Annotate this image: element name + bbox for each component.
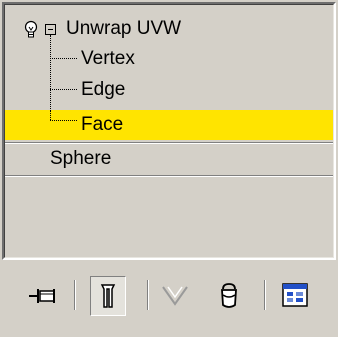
pin-stack-button[interactable] <box>26 283 60 309</box>
make-unique-button[interactable] <box>160 283 190 309</box>
modifier-panel: Unwrap UVW Vertex Edge Face Sphere <box>0 0 338 337</box>
tree-line <box>50 110 51 120</box>
remove-modifier-icon <box>216 281 242 311</box>
show-end-result-button[interactable] <box>90 276 126 316</box>
pin-stack-icon <box>26 283 60 309</box>
stack-item-label: Face <box>81 114 124 135</box>
toolbar-divider <box>74 280 76 310</box>
toolbar-divider <box>147 280 149 310</box>
make-unique-icon <box>160 283 190 309</box>
stack-separator-highlight <box>5 176 333 177</box>
toolbar-divider <box>264 280 266 310</box>
stack-item-edge[interactable]: Edge <box>5 76 333 104</box>
stack-separator-highlight <box>5 143 333 144</box>
lightbulb-icon[interactable] <box>24 20 38 40</box>
collapse-toggle-icon[interactable] <box>45 24 56 35</box>
stack-item-vertex[interactable]: Vertex <box>5 45 333 73</box>
stack-item-unwrap-uvw[interactable]: Unwrap UVW <box>5 15 333 43</box>
tree-line <box>50 120 77 121</box>
remove-modifier-button[interactable] <box>216 281 242 311</box>
modifier-stack-inner: Unwrap UVW Vertex Edge Face Sphere <box>4 4 334 258</box>
stack-item-sphere[interactable]: Sphere <box>5 145 333 173</box>
stack-item-face[interactable]: Face <box>5 110 333 140</box>
configure-modifier-sets-icon <box>280 281 310 311</box>
configure-modifier-sets-button[interactable] <box>280 281 310 311</box>
stack-item-label: Vertex <box>81 48 135 69</box>
stack-item-label: Edge <box>81 79 126 100</box>
modifier-stack-list[interactable]: Unwrap UVW Vertex Edge Face Sphere <box>2 2 336 260</box>
stack-item-label: Unwrap UVW <box>66 18 182 39</box>
show-end-result-icon <box>91 277 125 315</box>
stack-item-label: Sphere <box>50 148 112 169</box>
